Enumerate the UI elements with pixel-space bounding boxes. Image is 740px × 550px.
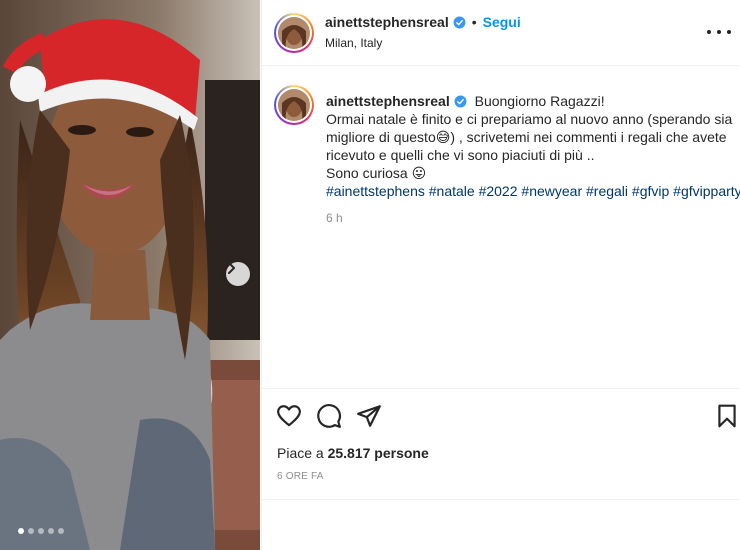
carousel-dot — [58, 528, 64, 534]
hashtag-link[interactable]: #regali — [586, 183, 628, 199]
share-icon[interactable] — [356, 403, 382, 429]
heart-icon[interactable] — [276, 403, 302, 429]
carousel-next-button[interactable] — [226, 262, 250, 286]
caption-line: Sono curiosa 😛 — [326, 165, 427, 181]
photo-illustration — [0, 0, 260, 550]
post-date[interactable]: 6 ORE FA — [277, 471, 324, 482]
caption-timestamp[interactable]: 6 h — [326, 211, 343, 225]
verified-badge-icon — [454, 95, 467, 108]
hashtag-link[interactable]: #ainettstephens — [326, 183, 425, 199]
likes-text: Piace a 25.817 persone — [277, 445, 429, 461]
post-actions-section: Piace a 25.817 persone 6 ORE FA — [262, 388, 740, 500]
verified-badge-icon — [453, 16, 466, 29]
carousel-dot — [28, 528, 34, 534]
comment-icon[interactable] — [316, 403, 342, 429]
caption-line: Buongiorno Ragazzi! — [474, 93, 605, 109]
avatar-image — [278, 17, 310, 49]
carousel-indicator — [18, 528, 64, 534]
caption-line: Ormai natale è finito e ci prepariamo al… — [326, 111, 733, 127]
caption-avatar[interactable] — [274, 85, 314, 125]
hashtag-link[interactable]: #natale — [429, 183, 475, 199]
carousel-dot — [18, 528, 24, 534]
separator-dot: • — [471, 14, 477, 30]
caption-line: migliore di questo😅) , scrivetemi nei co… — [326, 129, 727, 145]
hashtag-list: #ainettstephens #natale #2022 #newyear #… — [326, 182, 740, 200]
caption-line: ricevuto e quelli che vi sono piaciuti d… — [326, 147, 595, 163]
avatar[interactable] — [274, 13, 314, 53]
hashtag-link[interactable]: #newyear — [521, 183, 582, 199]
post-details-panel: ainettstephensreal • Segui Milan, Italy ai… — [261, 0, 740, 550]
post-photo[interactable] — [0, 0, 260, 550]
follow-button[interactable]: Segui — [483, 14, 521, 30]
caption-username[interactable]: ainettstephensreal — [326, 93, 450, 109]
avatar-image — [278, 89, 310, 121]
hashtag-link[interactable]: #gfvip — [632, 183, 669, 199]
hashtag-link[interactable]: #gfvipparty — [673, 183, 740, 199]
carousel-dot — [38, 528, 44, 534]
post-author-username[interactable]: ainettstephensreal — [325, 14, 449, 30]
more-options-icon[interactable] — [707, 22, 731, 42]
carousel-dot — [48, 528, 54, 534]
hashtag-link[interactable]: #2022 — [479, 183, 518, 199]
post-caption: ainettstephensreal Buongiorno Ragazzi! O… — [326, 92, 740, 200]
bookmark-icon[interactable] — [714, 403, 740, 429]
post-header: ainettstephensreal • Segui Milan, Italy — [262, 0, 740, 66]
chevron-right-icon — [228, 262, 235, 274]
likes-count[interactable]: Piace a 25.817 persone — [277, 445, 429, 461]
post-location[interactable]: Milan, Italy — [325, 36, 382, 50]
